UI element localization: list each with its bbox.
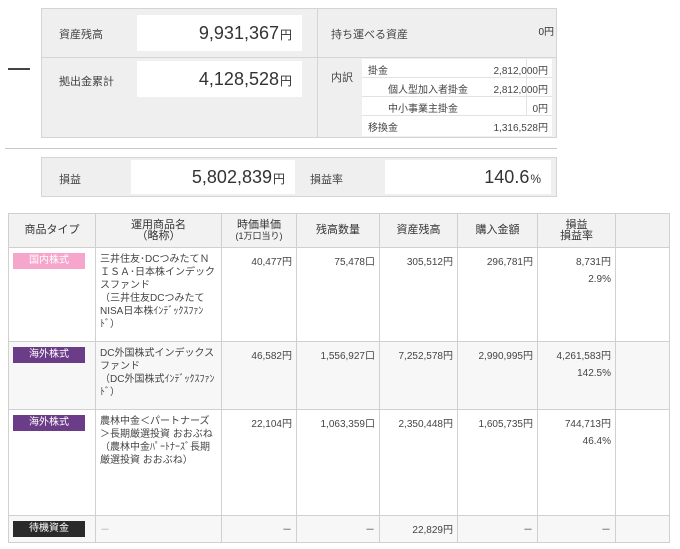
purchase-amount: 296,781円 — [457, 247, 538, 342]
profit-cell: 744,713円 46.4% — [537, 409, 616, 516]
asset-summary-panel: 資産残高 9,931,367円 拠出金累計 4,128,528円 持ち運べる資産… — [41, 8, 557, 138]
carry-assets-value: 0円 — [538, 27, 554, 38]
breakdown-row: 個人型加入者掛金 2,812,000円 — [362, 78, 552, 97]
type-badge-foreign-stock: 海外株式 — [13, 415, 85, 431]
profit-rate-value: 140.6% — [385, 160, 551, 194]
table-row: 海外株式 農林中金＜パートナーズ＞長期厳選投資 おおぶね （農林中金ﾊﾟｰﾄﾅｰｽ… — [8, 409, 670, 516]
profit-value: 5,802,839円 — [131, 160, 295, 194]
header-name: 運用商品名 （略称） — [95, 213, 222, 248]
carry-assets-label: 持ち運べる資産 — [331, 29, 408, 41]
collapse-toggle[interactable] — [8, 68, 30, 70]
quantity: 75,478口 — [296, 247, 380, 342]
unit-price: 22,104円 — [221, 409, 297, 516]
asset-balance-value: 9,931,367円 — [137, 15, 302, 51]
breakdown-row: 掛金 2,812,000円 — [362, 59, 552, 78]
type-badge-foreign-stock: 海外株式 — [13, 347, 85, 363]
balance: 7,252,578円 — [379, 341, 458, 410]
type-badge-domestic-stock: 国内株式 — [13, 253, 85, 269]
header-purchase: 購入金額 — [457, 213, 538, 248]
table-row: 待機資金 － － － 22,829円 － － — [8, 515, 670, 543]
purchase-amount: 2,990,995円 — [457, 341, 538, 410]
contribution-total-value: 4,128,528円 — [137, 61, 302, 97]
asset-balance-label: 資産残高 — [59, 29, 103, 41]
type-badge-standby-funds: 待機資金 — [13, 521, 85, 537]
fund-name-link[interactable]: 農林中金＜パートナーズ＞長期厳選投資 おおぶね （農林中金ﾊﾟｰﾄﾅｰｽﾞ長期厳選… — [95, 409, 222, 516]
profit-cell: 8,731円 2.9% — [537, 247, 616, 342]
section-divider — [5, 148, 557, 149]
divider — [317, 9, 318, 137]
header-empty — [615, 213, 670, 248]
unit-price: 46,582円 — [221, 341, 297, 410]
fund-name-link[interactable]: 三井住友･DCつみたてＮＩＳＡ･日本株インデックスファンド （三井住友DCつみたて… — [95, 247, 222, 342]
profit-rate-label: 損益率 — [310, 174, 343, 186]
purchase-amount: 1,605,735円 — [457, 409, 538, 516]
header-unit-price: 時価単価 (1万口当り) — [221, 213, 297, 248]
contribution-total-label: 拠出金累計 — [59, 76, 114, 88]
profit-panel: 損益 5,802,839円 損益率 140.6% — [41, 157, 557, 197]
table-row: 国内株式 三井住友･DCつみたてＮＩＳＡ･日本株インデックスファンド （三井住友D… — [8, 247, 670, 342]
holdings-table: 商品タイプ 運用商品名 （略称） 時価単価 (1万口当り) 残高数量 資産残高 購入… — [8, 213, 670, 543]
profit-cell: － — [537, 515, 616, 543]
divider — [42, 57, 556, 58]
purchase-amount: － — [457, 515, 538, 543]
table-row: 海外株式 DC外国株式インデックスファンド （DC外国株式ｲﾝﾃﾞｯｸｽﾌｧﾝﾄﾞ… — [8, 341, 670, 410]
table-header-row: 商品タイプ 運用商品名 （略称） 時価単価 (1万口当り) 残高数量 資産残高 購入… — [8, 213, 670, 248]
quantity: － — [296, 515, 380, 543]
breakdown-row: 移換金 1,316,528円 — [368, 123, 548, 134]
breakdown-label: 内訳 — [331, 72, 353, 84]
quantity: 1,063,359口 — [296, 409, 380, 516]
profit-label: 損益 — [59, 174, 81, 186]
header-type: 商品タイプ — [8, 213, 96, 248]
unit-price: 40,477円 — [221, 247, 297, 342]
balance: 305,512円 — [379, 247, 458, 342]
breakdown-row: 中小事業主掛金 0円 — [362, 97, 552, 116]
breakdown-table: 掛金 2,812,000円 個人型加入者掛金 2,812,000円 中小事業主掛… — [362, 59, 552, 136]
header-quantity: 残高数量 — [296, 213, 380, 248]
profit-cell: 4,261,583円 142.5% — [537, 341, 616, 410]
quantity: 1,556,927口 — [296, 341, 380, 410]
header-profit: 損益 損益率 — [537, 213, 616, 248]
unit-price: － — [221, 515, 297, 543]
balance: 22,829円 — [379, 515, 458, 543]
fund-name: － — [95, 515, 222, 543]
fund-name-link[interactable]: DC外国株式インデックスファンド （DC外国株式ｲﾝﾃﾞｯｸｽﾌｧﾝﾄﾞ） — [95, 341, 222, 410]
header-balance: 資産残高 — [379, 213, 458, 248]
balance: 2,350,448円 — [379, 409, 458, 516]
